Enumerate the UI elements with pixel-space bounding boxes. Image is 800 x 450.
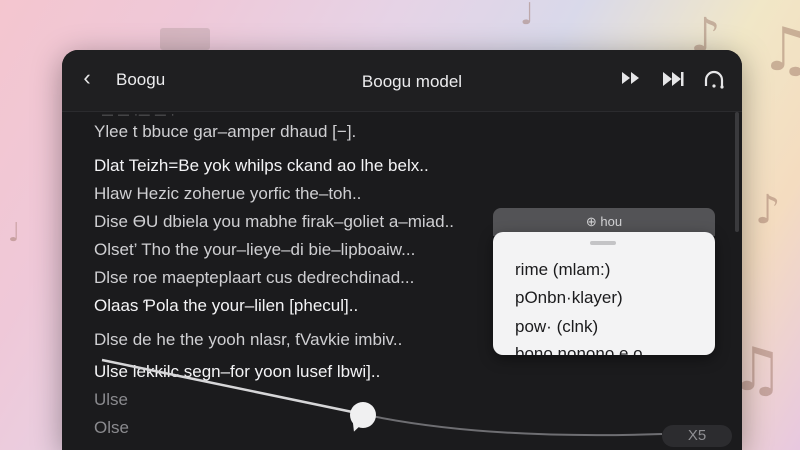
chevron-left-icon: ‹ <box>83 65 91 90</box>
app-window: ‹ Boogu Boogu model — — ·— — · Ylee t bb… <box>62 50 742 450</box>
app-title: Boogu <box>116 70 166 89</box>
ghost-text-line: — — ·— — · <box>102 112 176 120</box>
music-note-icon: ♩ <box>520 0 535 32</box>
transcript-line[interactable]: Ylee t bbuce gar–amper dhaud [−]. <box>94 122 356 142</box>
scrubber-track <box>101 358 663 437</box>
window-title: Boogu model <box>361 72 463 91</box>
music-note-icon: ♫ <box>760 15 800 85</box>
fast-forward-button[interactable] <box>620 70 642 92</box>
options-popover: rime (mlam:) pOnbn·klayer) pow· (clnk) b… <box>493 232 715 355</box>
popover-header-label: ⊕ hou <box>585 214 623 229</box>
scrubber[interactable]: X5 <box>62 350 742 450</box>
repeat-button[interactable] <box>702 68 726 98</box>
transcript-line[interactable]: Dlse de he the yooh nlasr, ƭVavkie imbiv… <box>94 330 402 350</box>
skip-forward-button[interactable] <box>661 70 685 94</box>
background-plate <box>160 28 210 50</box>
back-button[interactable]: ‹ <box>76 66 98 90</box>
scrollbar[interactable] <box>735 112 739 232</box>
music-note-icon: ♩ <box>8 218 21 248</box>
title-bar: ‹ Boogu Boogu model <box>62 50 742 112</box>
transcript-line[interactable]: Dlse roe maepteplaart cus dedrechdinad..… <box>94 268 414 288</box>
transcript-line[interactable]: Dlat Teizh=Be yok whilps ckand ao lhe be… <box>94 156 429 176</box>
fast-forward-icon <box>622 72 639 84</box>
music-note-icon: ♪ <box>755 187 781 233</box>
transcript-line[interactable]: Dise ƟU dbiela you mabhe firak–goliet a–… <box>94 212 454 232</box>
menu-item[interactable]: pOnbn·klayer) <box>515 288 623 308</box>
speed-button[interactable]: X5 <box>662 425 732 447</box>
skip-forward-icon <box>663 72 684 86</box>
menu-item[interactable]: pow· (clnk) <box>515 317 598 337</box>
menu-item[interactable]: rime (mlam:) <box>515 260 610 280</box>
repeat-icon <box>704 70 724 89</box>
transcript-line[interactable]: Olaas Ƥola the your–lilen [phecul].. <box>94 296 358 316</box>
transcript-line[interactable]: Olset’ Tho the your–lieye–di bie–lipboai… <box>94 240 415 260</box>
popover-grabber[interactable] <box>590 241 616 245</box>
transcript-line[interactable]: Hlaw Hezic zoherue yorfic the–toh.. <box>94 184 361 204</box>
